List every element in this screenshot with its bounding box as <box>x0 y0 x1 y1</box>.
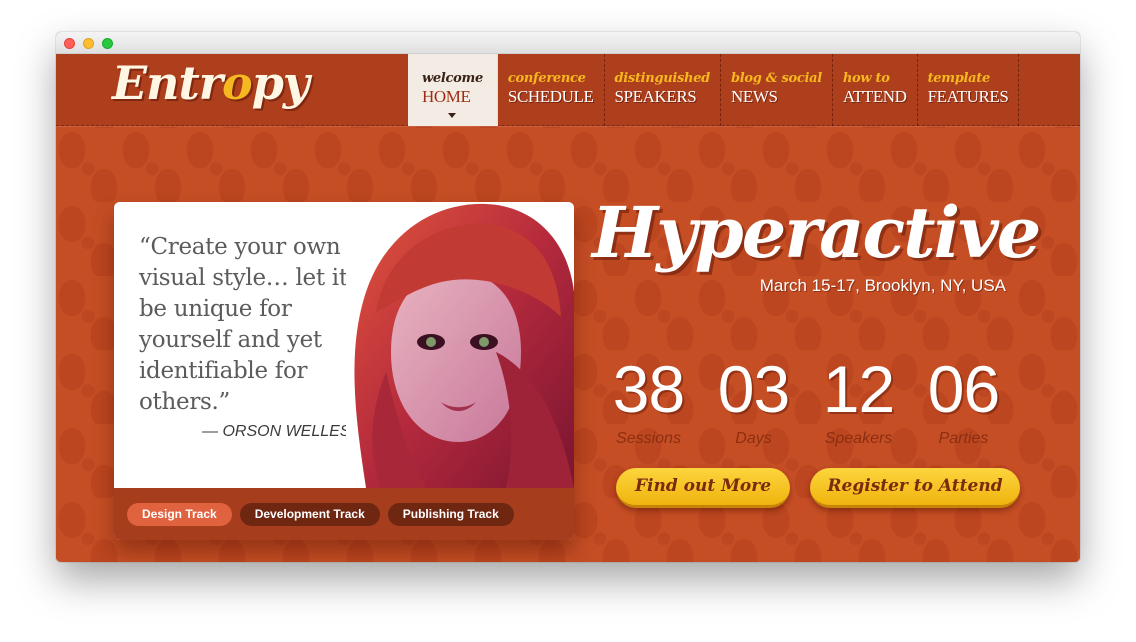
event-date-location: March 15-17, Brooklyn, NY, USA <box>759 276 1006 295</box>
nav-main-label: FEATURES <box>927 87 1009 106</box>
nav-sub-label: distinguished <box>614 71 711 86</box>
nav-sub-label: template <box>927 71 991 86</box>
track-selector: Design Track Development Track Publishin… <box>114 488 574 540</box>
nav-item-news[interactable]: blog & social NEWS <box>721 54 833 126</box>
maximize-window-button[interactable] <box>102 38 113 49</box>
main-nav: welcome HOME conference SCHEDULE disting… <box>408 54 1020 126</box>
stat-number: 12 <box>822 352 895 426</box>
minimize-window-button[interactable] <box>83 38 94 49</box>
stat-parties: 06 Parties <box>911 354 1016 448</box>
find-out-more-button[interactable]: Find out More <box>616 468 790 508</box>
site-page: Entropy welcome HOME conference SCHEDULE… <box>56 54 1080 562</box>
nav-sub-label: welcome <box>422 71 483 86</box>
nav-main-label: SCHEDULE <box>507 87 594 106</box>
stat-days: 03 Days <box>701 354 806 448</box>
nav-sub-label: blog & social <box>730 71 822 86</box>
window-titlebar <box>56 32 1080 54</box>
stat-label: Days <box>735 430 772 447</box>
quote-text: “Create your own visual style… let it be… <box>139 234 348 415</box>
stat-number: 38 <box>612 352 685 426</box>
header-bar: Entropy welcome HOME conference SCHEDULE… <box>56 54 1080 126</box>
nav-item-speakers[interactable]: distinguished SPEAKERS <box>605 54 721 126</box>
logo-text-b: py <box>251 56 310 110</box>
stat-sessions: 38 Sessions <box>596 354 701 448</box>
stat-number: 03 <box>717 352 790 426</box>
event-stats: 38 Sessions 03 Days 12 Speakers 06 Parti… <box>596 354 1016 448</box>
hero-title: Hyperactive <box>592 191 1041 274</box>
nav-item-attend[interactable]: how to ATTEND <box>833 54 918 126</box>
stat-label: Sessions <box>616 430 681 447</box>
logo-text-a: Entr <box>112 56 223 110</box>
development-track-button[interactable]: Development Track <box>239 502 380 526</box>
nav-main-label: ATTEND <box>842 87 907 106</box>
design-track-button[interactable]: Design Track <box>127 502 232 526</box>
browser-window: Entropy welcome HOME conference SCHEDULE… <box>56 32 1080 562</box>
stat-number: 06 <box>927 352 1000 426</box>
stat-label: Speakers <box>824 430 893 447</box>
register-to-attend-button[interactable]: Register to Attend <box>810 468 1020 508</box>
stat-speakers: 12 Speakers <box>806 354 911 448</box>
quote-author: — ORSON WELLES <box>202 423 351 440</box>
caret-down-icon <box>448 113 457 118</box>
nav-main-label: HOME <box>422 87 471 106</box>
nav-sub-label: how to <box>842 71 890 86</box>
close-window-button[interactable] <box>64 38 75 49</box>
site-logo[interactable]: Entropy <box>112 56 310 110</box>
nav-sub-label: conference <box>507 71 586 86</box>
quote-slider-card: “Create your own visual style… let it be… <box>114 202 574 540</box>
logo-text-o: o <box>222 56 253 110</box>
publishing-track-button[interactable]: Publishing Track <box>387 502 514 526</box>
nav-item-schedule[interactable]: conference SCHEDULE <box>498 54 605 126</box>
portrait-image <box>346 202 574 488</box>
quote-slide: “Create your own visual style… let it be… <box>114 202 574 488</box>
nav-item-home[interactable]: welcome HOME <box>408 54 498 126</box>
nav-item-features[interactable]: template FEATURES <box>918 54 1020 126</box>
nav-main-label: SPEAKERS <box>614 87 697 106</box>
nav-main-label: NEWS <box>730 87 778 106</box>
stat-label: Parties <box>938 430 989 447</box>
